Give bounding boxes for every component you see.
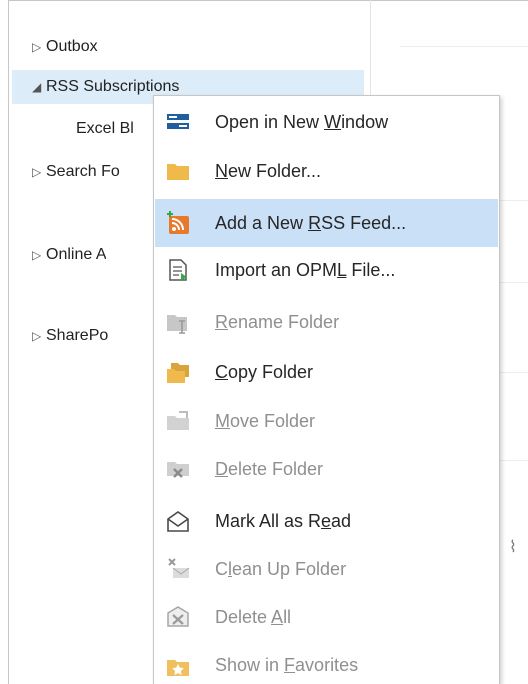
expand-arrow-icon[interactable]: ▷ (32, 157, 46, 187)
menu-item-open-new-window[interactable]: Open in New Window (155, 98, 498, 146)
expand-arrow-icon[interactable]: ▷ (32, 240, 46, 270)
menu-item-mark-all-read[interactable]: Mark All as Read (155, 497, 498, 545)
expand-arrow-icon[interactable]: ▷ (32, 321, 46, 351)
menu-item-label: Move Folder (215, 410, 316, 431)
open-envelope-icon (165, 508, 191, 534)
menu-item-label: Copy Folder (215, 361, 314, 382)
delete-folder-icon (165, 456, 191, 482)
menu-item-delete-all: Delete All (155, 593, 498, 641)
menu-item-label: Import an OPML File... (215, 259, 396, 280)
menu-item-label: Delete Folder (215, 458, 324, 479)
menu-item-label: Mark All as Read (215, 510, 352, 531)
expand-arrow-icon[interactable]: ▷ (32, 32, 46, 62)
import-file-icon (165, 257, 191, 283)
menu-item-delete-folder: Delete Folder (155, 445, 498, 493)
clean-up-icon (165, 556, 191, 582)
menu-item-label: Delete All (215, 606, 292, 627)
delete-all-icon (165, 604, 191, 630)
menu-item-label: Rename Folder (215, 311, 340, 332)
folder-label: Search Fo (46, 163, 120, 180)
rss-add-icon (165, 210, 191, 236)
menu-item-copy-folder[interactable]: Copy Folder (155, 348, 498, 396)
folder-label: Outbox (46, 38, 98, 55)
paperclip-icon: ⌇ (509, 539, 517, 556)
menu-item-show-in-favorites: Show in Favorites (155, 641, 498, 684)
menu-item-clean-up-folder: Clean Up Folder (155, 545, 498, 593)
folder-sharepoint-lists[interactable]: ▷ SharePo (32, 321, 108, 351)
copy-folder-icon (165, 359, 191, 385)
menu-item-add-rss-feed[interactable]: Add a New RSS Feed... (155, 199, 498, 247)
collapse-arrow-icon[interactable]: ◢ (32, 72, 46, 102)
star-folder-icon (165, 652, 191, 678)
context-menu: Open in New Window New Folder... Add a New… (153, 95, 500, 684)
menu-item-label: Add a New RSS Feed... (215, 212, 407, 233)
divider (400, 46, 528, 47)
folder-label: RSS Subscriptions (46, 78, 180, 95)
menu-item-rename-folder: Rename Folder (155, 298, 498, 346)
move-folder-icon (165, 408, 191, 434)
menu-item-import-opml[interactable]: Import an OPML File... (155, 246, 498, 294)
folder-search-folders[interactable]: ▷ Search Fo (32, 157, 120, 187)
menu-item-label: Clean Up Folder (215, 558, 347, 579)
folder-icon (165, 158, 191, 184)
menu-item-label: Show in Favorites (215, 654, 359, 675)
folder-online-archive[interactable]: ▷ Online A (32, 240, 106, 270)
folder-outbox[interactable]: ▷ Outbox (32, 32, 98, 62)
menu-item-move-folder: Move Folder (155, 397, 498, 445)
menu-item-new-folder[interactable]: New Folder... (155, 147, 498, 195)
folder-label: Online A (46, 246, 107, 263)
rename-folder-icon (165, 309, 191, 335)
folder-label: Excel Bl (76, 120, 134, 137)
folder-label: SharePo (46, 327, 109, 344)
menu-item-label: Open in New Window (215, 111, 389, 132)
menu-item-label: New Folder... (215, 160, 322, 181)
folder-excel-blog[interactable]: Excel Bl (76, 114, 134, 144)
new-window-icon (165, 109, 191, 135)
